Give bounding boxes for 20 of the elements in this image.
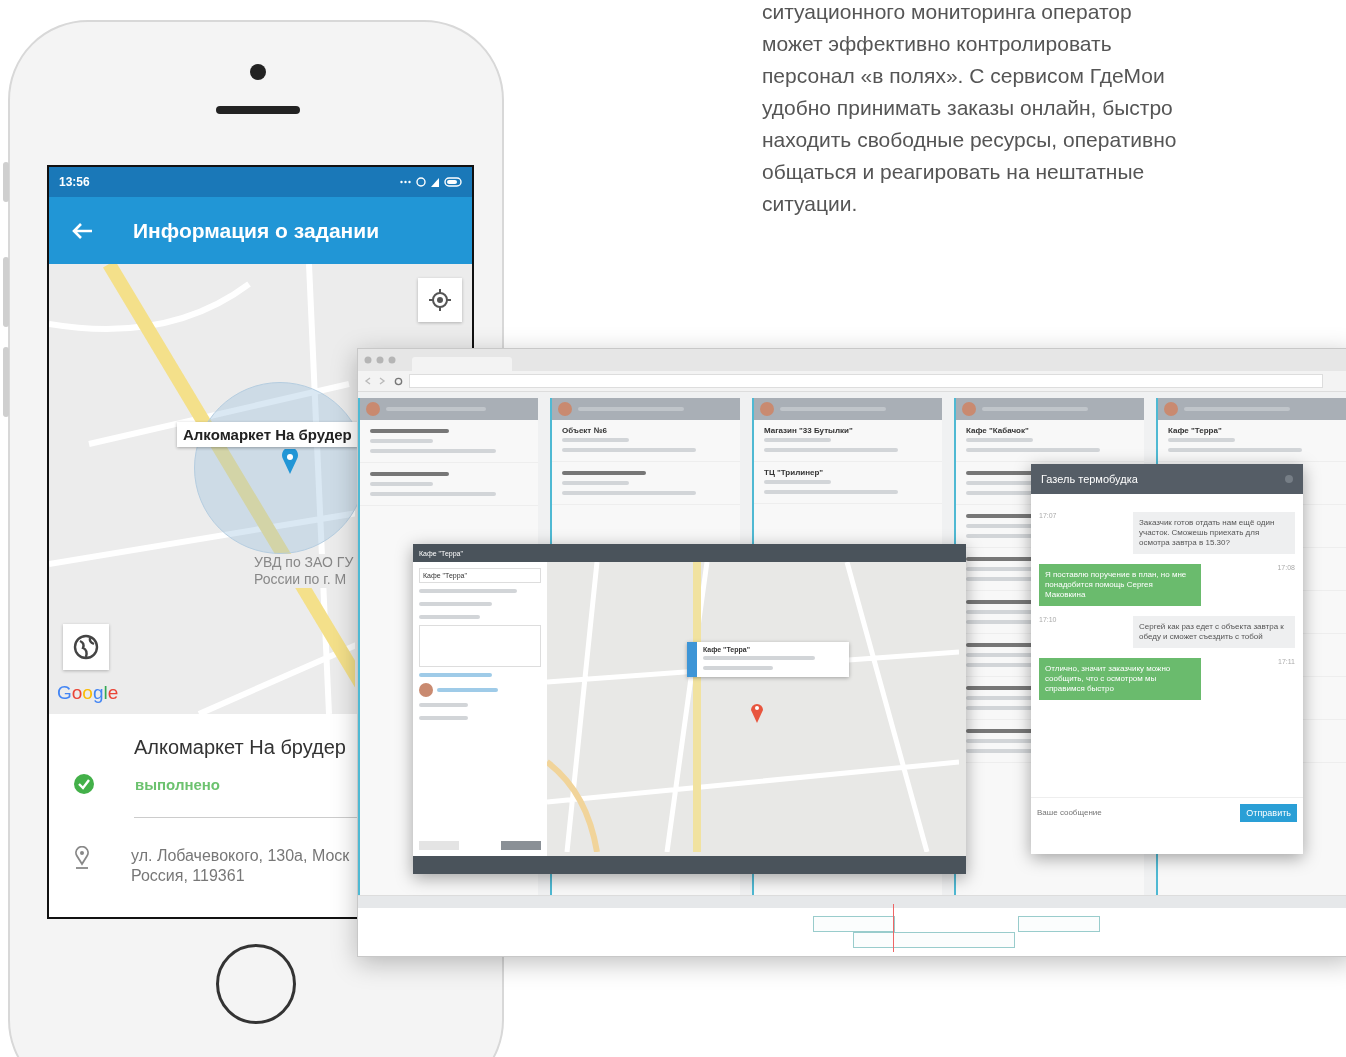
task-address: ул. Лобачевокого, 130а, Моск Россия, 119361	[131, 846, 350, 886]
card-title: Магазин "33 Бутылки"	[764, 426, 854, 435]
screen-title: Информация о задании	[133, 218, 380, 243]
card-title: ТЦ "Трилинер"	[764, 468, 825, 477]
task-name: Алкомаркет На брудер	[134, 736, 347, 759]
chat-title: Газель термобудка	[1041, 473, 1138, 485]
card-title: Объект №6	[562, 426, 608, 435]
marker-label: Алкомаркет На брудер	[177, 422, 358, 447]
place-label: России по г. М	[254, 571, 347, 588]
card-title: Кафе "Кабачок"	[966, 426, 1030, 435]
google-logo: Google	[57, 682, 119, 704]
message-bubble: Отлично, значит заказчику можно сообщить, что с осмотром мы справимся быстро	[1039, 658, 1201, 700]
place-label: УВД по ЗАО ГУ	[254, 554, 354, 571]
intro-paragraph: ситуационного мониторинга оператор может эффективно контролировать персонал «в полях». С сервисом ГдеМои удобно принимать заказы онлайн, быстро находить свободные ресурсы, оперативно общаться и реагировать на нештатные ситуации.	[762, 0, 1178, 217]
message-bubble: Я поставлю поручение в план, но мне понадобится помощь Сергея Маковкина	[1039, 564, 1201, 606]
status-time: 13:56	[59, 175, 90, 189]
message-bubble: Сергей как раз едет с объекта завтра к обеду и сможет съездить с тобой	[1133, 616, 1295, 648]
message-bubble: Заказчик готов отдать нам ещё один участок. Сможешь приехать для осмотра завтра в 15.30?	[1133, 512, 1295, 554]
task-status: выполнено	[135, 775, 221, 793]
card-title: Кафе "Терра"	[1168, 426, 1223, 435]
